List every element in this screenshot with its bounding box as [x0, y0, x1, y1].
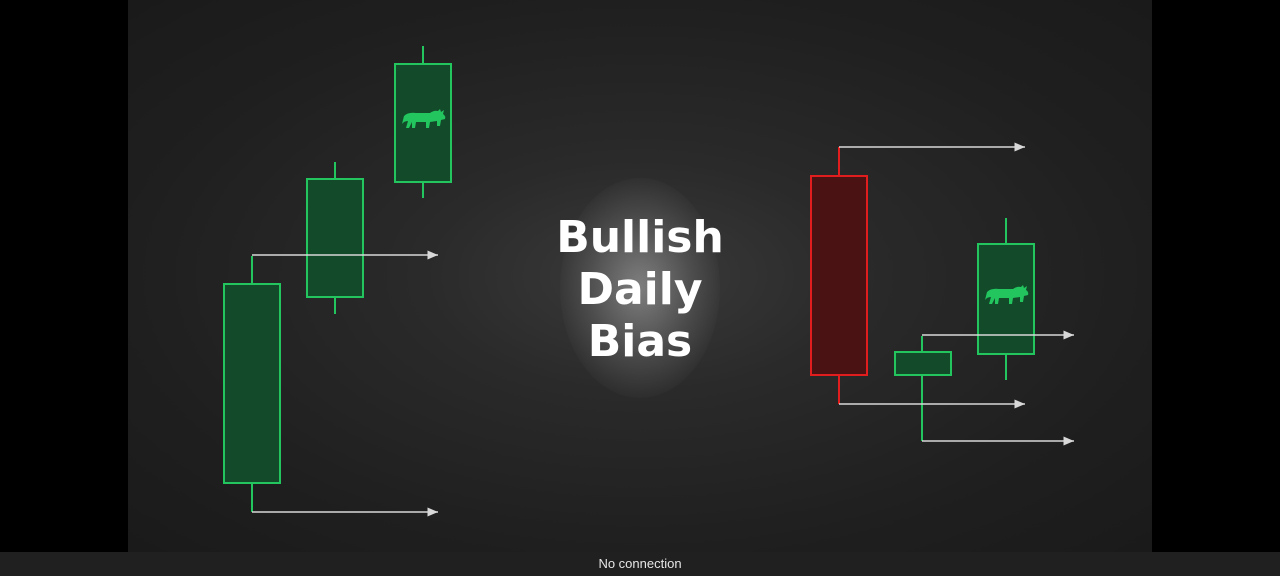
title-line: Bullish [556, 212, 724, 263]
connection-status-bar: No connection [0, 552, 1280, 576]
bull-candle [223, 283, 281, 484]
bull-candle [894, 351, 952, 376]
bear-candle [810, 175, 868, 376]
video-frame: Bullish Daily Bias [128, 0, 1152, 552]
title-line: Daily [577, 264, 703, 315]
connection-status-text: No connection [598, 556, 682, 571]
video-title: Bullish Daily Bias [540, 212, 740, 368]
bull-candle [977, 243, 1035, 355]
right-candles [810, 142, 1074, 446]
bull-candle [306, 178, 364, 298]
title-line: Bias [587, 316, 693, 367]
left-candles [223, 46, 452, 517]
video-player[interactable]: Bullish Daily Bias [0, 0, 1280, 552]
bull-candle [394, 63, 452, 183]
